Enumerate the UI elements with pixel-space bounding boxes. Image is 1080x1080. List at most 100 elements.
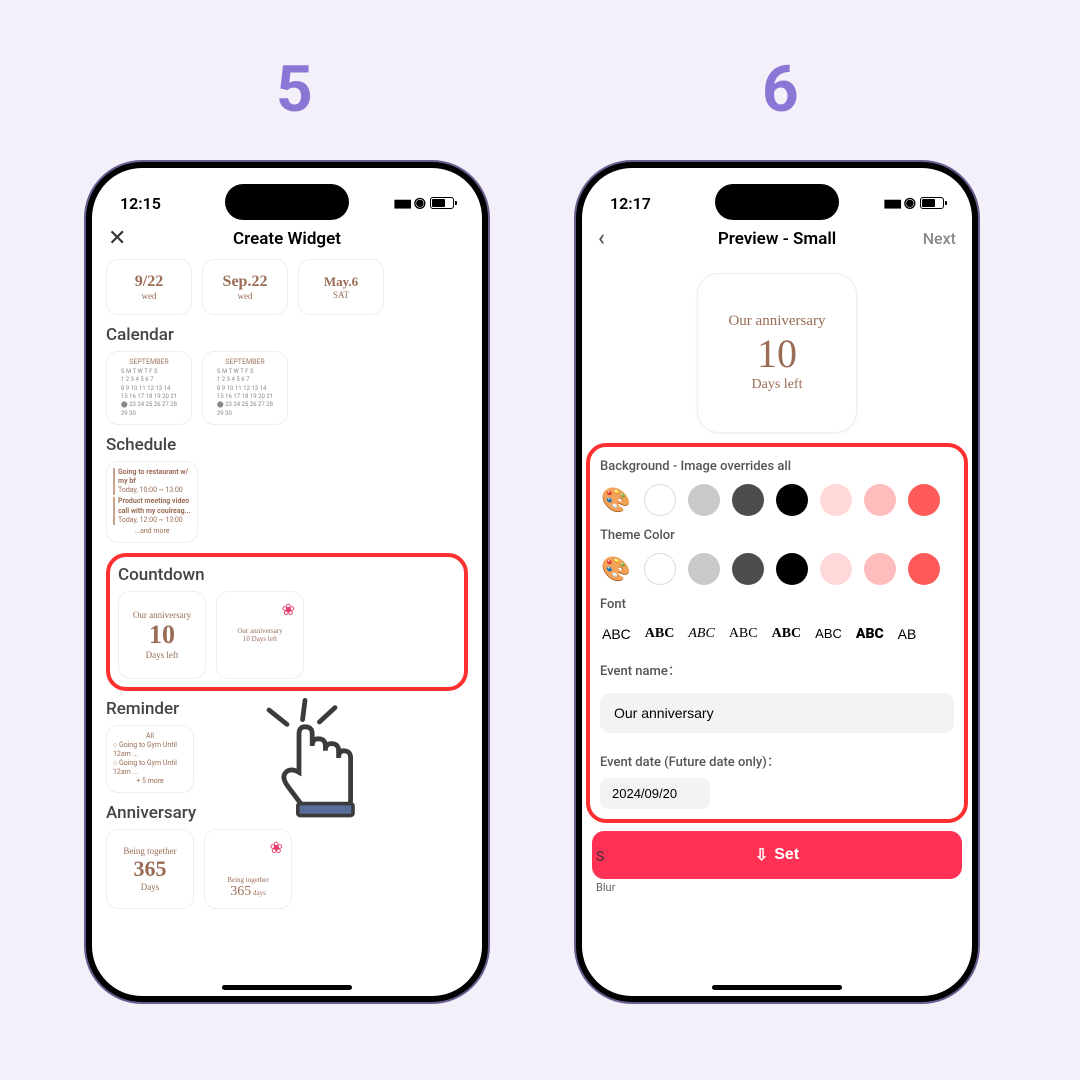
swatch-pink-light[interactable] [820,553,852,585]
notch [225,184,349,220]
swatch-red[interactable] [908,553,940,585]
calendar-widget-1[interactable]: SEPTEMBER S M T W T F S1 2 3 4 5 6 78 9 … [106,351,192,425]
schedule-widget[interactable]: Going to restaurant w/ my bfToday, 10:00… [106,461,198,543]
countdown-widget-1[interactable]: Our anniversary 10 Days left [118,591,206,679]
date-big: 9/22 [135,273,163,291]
date-widget-3[interactable]: May.6 SAT [298,259,384,315]
an-sub: days [253,889,266,897]
label-event-date: Event date (Future date only)： [600,751,954,770]
countdown-widget-2[interactable]: ❀ Our anniversary 10 Days left [216,591,304,679]
set-label: Set [774,846,799,864]
settings-highlight: Background - Image overrides all 🎨 Theme… [586,443,968,823]
status-icons [394,195,454,211]
date-small: wed [142,291,157,301]
label-font: Font [600,597,954,612]
nav-title: Preview - Small [638,229,916,249]
label-event-name: Event name： [600,660,954,679]
font-option-7[interactable]: ABC [854,622,886,646]
widget-list[interactable]: 9/22 wed Sep.22 wed May.6 SAT Calendar S… [92,259,482,909]
home-indicator[interactable] [222,985,352,990]
badge-icon: ❀ [270,838,283,858]
an-title: Being together [123,846,176,856]
cal-grid: S M T W T F S1 2 3 4 5 6 78 9 10 11 12 1… [217,368,273,418]
calendar-widget-2[interactable]: SEPTEMBER S M T W T F S1 2 3 4 5 6 78 9 … [202,351,288,425]
date-widget-2[interactable]: Sep.22 wed [202,259,288,315]
event-name-input[interactable] [600,693,954,733]
close-icon[interactable]: ✕ [108,226,148,251]
swatch-black[interactable] [776,553,808,585]
background-swatches: 🎨 [600,484,954,516]
cd-num: 10 [243,635,250,643]
swatch-pink[interactable] [864,484,896,516]
rem-item: Going to Gym Until 12am ... [113,741,177,758]
swatch-darkgrey[interactable] [732,484,764,516]
screen-5: 12:15 ✕ Create Widget 9/22 wed Sep.22 we… [92,168,482,996]
date-big: Sep.22 [223,273,268,291]
cd-title: Our anniversary [237,627,282,635]
set-button[interactable]: ⇩ Set [592,831,962,879]
back-icon[interactable]: ‹ [598,226,638,251]
font-options: ABC ABC ABC ABC ABC ABC ABC AB [600,622,954,646]
nav-bar: ✕ Create Widget [92,218,482,259]
next-button[interactable]: Next [916,229,956,248]
an-num: 365 [134,856,167,882]
signal-icon [394,196,410,211]
palette-icon[interactable]: 🎨 [600,486,632,514]
event-date-input[interactable] [600,778,710,809]
phone-frame-5: 12:15 ✕ Create Widget 9/22 wed Sep.22 we… [86,162,488,1002]
step-number-6: 6 [762,52,799,127]
battery-icon [920,197,944,209]
preview-sub: Days left [752,377,803,393]
s-label: S [596,849,604,865]
swatch-white[interactable] [644,484,676,516]
font-option-2[interactable]: ABC [643,622,677,646]
swatch-pink-light[interactable] [820,484,852,516]
section-countdown: Countdown [118,565,456,585]
cal-month: SEPTEMBER [225,358,264,368]
font-option-1[interactable]: ABC [600,622,633,646]
palette-icon[interactable]: 🎨 [600,555,632,583]
cal-month: SEPTEMBER [129,358,168,368]
font-option-6[interactable]: ABC [813,622,844,646]
font-option-3[interactable]: ABC [686,622,716,646]
theme-swatches: 🎨 [600,553,954,585]
anniversary-widget-2[interactable]: ❀ Being together 365 days [204,829,292,909]
swatch-lightgrey[interactable] [688,553,720,585]
label-background: Background - Image overrides all [600,459,954,474]
download-icon: ⇩ [755,845,768,865]
swatch-lightgrey[interactable] [688,484,720,516]
preview-num: 10 [757,330,797,377]
font-option-8[interactable]: AB [896,622,919,646]
font-option-4[interactable]: ABC [727,622,760,646]
an-num: 365 [230,884,251,899]
sched-title: Going to restaurant w/ my bf [118,468,188,485]
swatch-black[interactable] [776,484,808,516]
swatch-white[interactable] [644,553,676,585]
anniversary-widget-1[interactable]: Being together 365 Days [106,829,194,909]
cd-num: 10 [149,620,175,650]
home-indicator[interactable] [712,985,842,990]
swatch-pink[interactable] [864,553,896,585]
section-reminder: Reminder [106,699,468,719]
preview-title: Our anniversary [728,313,825,330]
section-calendar: Calendar [106,325,468,345]
date-widget-1[interactable]: 9/22 wed [106,259,192,315]
status-time: 12:15 [120,194,161,213]
phone-frame-6: 12:17 ‹ Preview - Small Next Our anniver… [576,162,978,1002]
sched-title: Product meeting video call with my coulr… [118,497,191,514]
wifi-icon [904,195,916,211]
nav-title: Create Widget [148,229,426,249]
blur-label: Blur [582,879,972,896]
cal-grid: S M T W T F S1 2 3 4 5 6 78 9 10 11 12 1… [121,368,177,418]
swatch-darkgrey[interactable] [732,553,764,585]
reminder-widget[interactable]: All ○ Going to Gym Until 12am ... ○ Goin… [106,725,194,794]
badge-icon: ❀ [282,600,295,620]
sched-time: Today, 12:00 ~ 13:00 [118,516,183,524]
date-small: SAT [333,290,349,300]
font-option-5[interactable]: ABC [770,622,804,646]
status-icons [884,195,944,211]
date-small: wed [238,291,253,301]
swatch-red[interactable] [908,484,940,516]
widget-preview: Our anniversary 10 Days left [697,273,857,433]
date-big: May.6 [324,274,358,290]
